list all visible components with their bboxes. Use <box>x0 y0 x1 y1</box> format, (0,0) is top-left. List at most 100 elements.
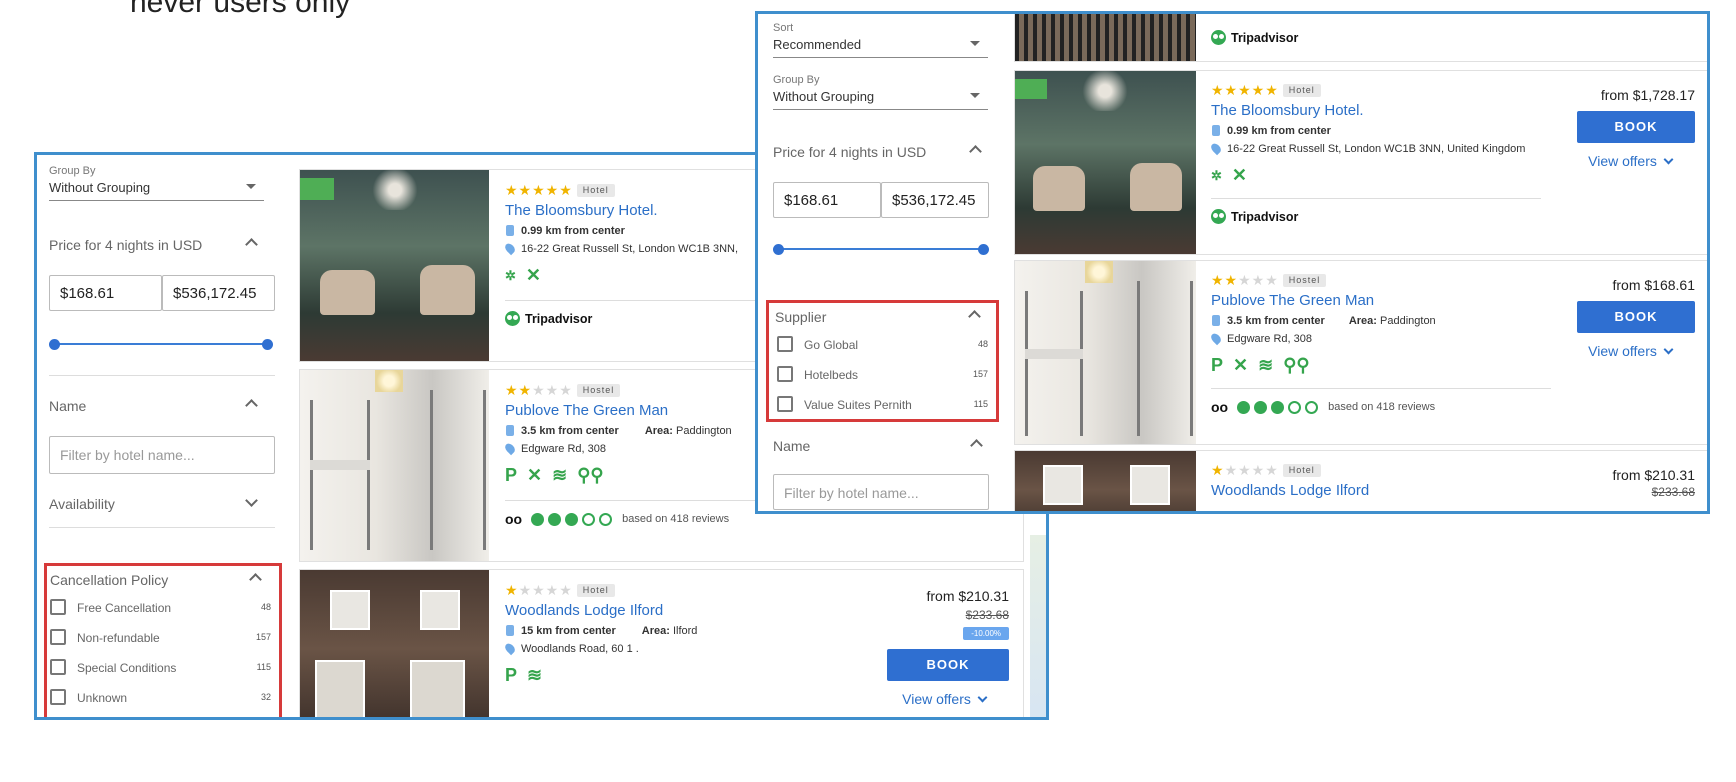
restaurant-icon: ✕ <box>1233 355 1249 375</box>
wifi-icon: ≋ <box>1258 355 1274 375</box>
chevron-down-icon <box>977 692 988 703</box>
cancellation-section-header[interactable]: Cancellation Policy <box>50 572 268 588</box>
filter-option[interactable]: Free Cancellation 48 <box>47 594 279 624</box>
name-section-header[interactable]: Name <box>773 438 989 454</box>
group-by-select[interactable]: Without Grouping <box>773 86 988 110</box>
checkbox[interactable] <box>777 336 793 352</box>
people-icon <box>506 625 514 636</box>
discount-badge: -10.00% <box>963 627 1009 640</box>
price-section-header[interactable]: Price for 4 nights in USD <box>49 237 264 253</box>
slider-min-handle[interactable] <box>49 339 60 350</box>
hotel-name-link[interactable]: Woodlands Lodge Ilford <box>1211 482 1541 499</box>
price-section-header[interactable]: Price for 4 nights in USD <box>773 144 988 160</box>
filter-option[interactable]: Hotelbeds 157 <box>774 361 996 391</box>
hotel-card[interactable]: ★★★★★ Hotel Woodlands Lodge Ilford from $… <box>1014 450 1707 511</box>
hotel-card[interactable]: ★★★★★ Hotel Woodlands Lodge Ilford 15 km … <box>299 569 1024 717</box>
name-section-header[interactable]: Name <box>49 398 264 414</box>
hotel-name-link[interactable]: Publove The Green Man <box>1211 292 1551 309</box>
hotel-name-link[interactable]: The Bloomsbury Hotel. <box>1211 102 1541 119</box>
availability-title: Availability <box>49 496 115 512</box>
group-by-label: Group By <box>49 165 96 177</box>
group-by-label: Group By <box>773 74 820 86</box>
chevron-up-icon <box>968 310 981 323</box>
price-min-input[interactable]: $168.61 <box>49 275 162 311</box>
hotel-card[interactable]: ★★★★★ Hotel The Bloomsbury Hotel. 0.99 km… <box>1014 70 1707 255</box>
hotel-name-filter-input[interactable]: Filter by hotel name... <box>49 436 275 474</box>
book-button[interactable]: BOOK <box>1577 301 1695 333</box>
restaurant-icon: ✕ <box>527 465 543 485</box>
price-max-input[interactable]: $536,172.45 <box>881 182 989 218</box>
checkbox[interactable] <box>50 659 66 675</box>
location-pin-icon <box>503 641 517 656</box>
option-label: Unknown <box>77 691 128 705</box>
option-count: 115 <box>256 662 271 672</box>
hotel-photo[interactable] <box>1015 261 1196 444</box>
hotel-photo[interactable] <box>1015 71 1196 254</box>
checkbox[interactable] <box>50 689 66 705</box>
restaurant-icon: ✕ <box>525 265 541 285</box>
filter-option[interactable]: Value Suites Pernith 115 <box>774 391 996 421</box>
checkbox[interactable] <box>777 396 793 412</box>
checkbox[interactable] <box>50 629 66 645</box>
filter-option[interactable]: Go Global 48 <box>774 331 996 361</box>
hotel-photo[interactable] <box>300 370 489 561</box>
amenities: P ✕ ≋ ⚲⚲ <box>1211 355 1551 376</box>
property-type-badge: Hotel <box>1282 464 1321 477</box>
location-pin-icon <box>1209 331 1223 346</box>
tripadvisor-rating: oo based on 418 reviews <box>1211 399 1436 415</box>
ribbon-icon <box>300 178 334 200</box>
checkbox[interactable] <box>50 599 66 615</box>
option-count: 157 <box>972 369 988 379</box>
supplier-title: Supplier <box>775 309 827 325</box>
hotel-card-partial[interactable]: Tripadvisor <box>1014 14 1707 62</box>
price-slider[interactable] <box>49 339 273 350</box>
book-button[interactable]: BOOK <box>887 649 1009 681</box>
hotel-photo[interactable] <box>300 170 489 361</box>
parking-icon: P <box>505 665 518 685</box>
star-rating: ★★★★★ Hotel <box>505 583 805 597</box>
hotel-photo[interactable] <box>300 570 489 717</box>
slider-max-handle[interactable] <box>978 244 989 255</box>
address: Woodlands Road, 60 1 . <box>503 641 805 656</box>
option-label: Go Global <box>804 338 859 352</box>
hotel-name-filter-input[interactable]: Filter by hotel name... <box>773 474 989 510</box>
people-icon <box>1212 315 1220 326</box>
slider-min-handle[interactable] <box>773 244 784 255</box>
chevron-up-icon <box>245 238 258 251</box>
filter-option[interactable]: Unknown 32 <box>47 684 279 714</box>
price-max-input[interactable]: $536,172.45 <box>162 275 275 311</box>
property-type-badge: Hotel <box>576 584 615 597</box>
filter-option[interactable]: Non-refundable 157 <box>47 624 279 654</box>
view-offers-link[interactable]: View offers <box>1565 343 1695 359</box>
people-icon <box>506 225 514 236</box>
right-screenshot-panel: Sort Recommended Group By Without Groupi… <box>755 11 1710 514</box>
book-button[interactable]: BOOK <box>1577 111 1695 143</box>
distance: 0.99 km from center <box>1211 125 1541 137</box>
caret-down-icon <box>970 41 980 46</box>
price-min-input[interactable]: $168.61 <box>773 182 881 218</box>
amenities: P ≋ <box>505 665 805 686</box>
availability-section-header[interactable]: Availability <box>49 494 264 512</box>
slider-max-handle[interactable] <box>262 339 273 350</box>
view-offers-link[interactable]: View offers <box>879 691 1009 707</box>
address: Edgware Rd, 308 <box>1209 331 1551 346</box>
price-slider[interactable] <box>773 244 989 255</box>
group-by-select[interactable]: Without Grouping <box>49 177 264 201</box>
old-price: $233.68 <box>965 608 1009 622</box>
filter-option[interactable]: Special Conditions 115 <box>47 654 279 684</box>
chevron-down-icon <box>245 494 258 507</box>
sort-value: Recommended <box>773 37 862 52</box>
option-count: 32 <box>260 692 271 702</box>
hotel-name-link[interactable]: Woodlands Lodge Ilford <box>505 602 805 619</box>
hotel-card[interactable]: ★★★★★ Hostel Publove The Green Man 3.5 km… <box>1014 260 1707 445</box>
view-offers-link[interactable]: View offers <box>1565 153 1695 169</box>
option-label: Special Conditions <box>77 661 177 675</box>
cancellation-title: Cancellation Policy <box>50 572 169 588</box>
hotel-photo[interactable] <box>1015 451 1196 511</box>
hotel-photo[interactable] <box>1015 14 1196 61</box>
price-from: from $168.61 <box>1612 277 1696 293</box>
star-rating: ★★★★★ Hostel <box>1211 273 1551 287</box>
supplier-section-header[interactable]: Supplier <box>775 309 987 325</box>
checkbox[interactable] <box>777 366 793 382</box>
sort-select[interactable]: Recommended <box>773 34 988 58</box>
